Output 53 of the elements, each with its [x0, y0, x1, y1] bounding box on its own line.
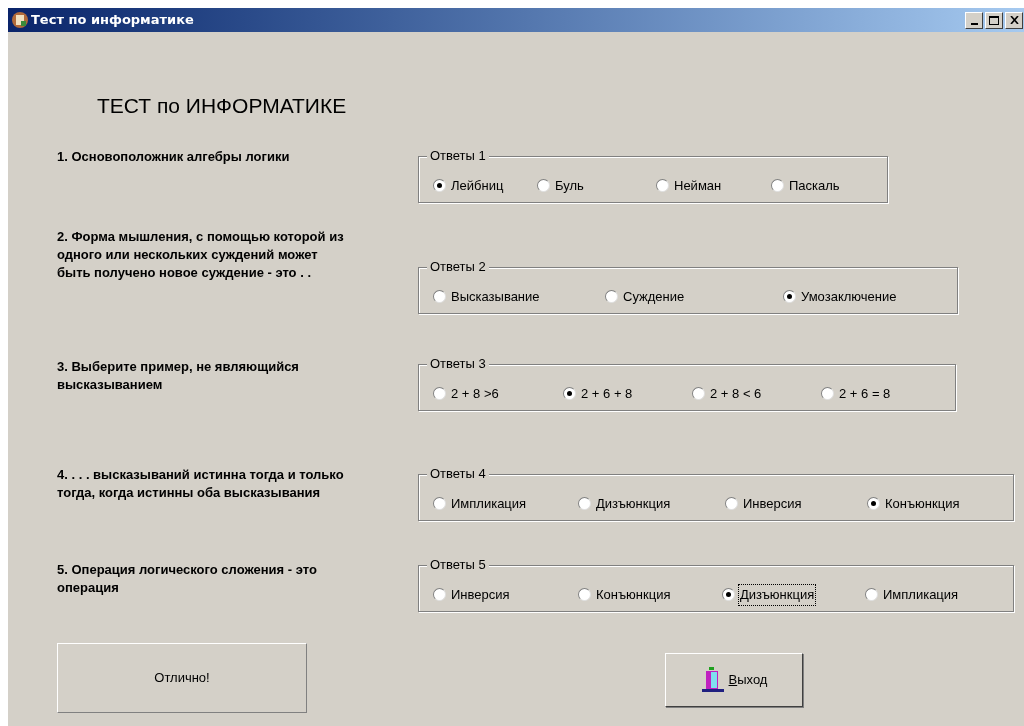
radio-button[interactable]	[537, 179, 550, 193]
question-text: 3. Выберите пример, не являющийся высказыванием	[57, 357, 300, 394]
app-icon	[11, 11, 29, 29]
radio-button[interactable]	[433, 497, 446, 511]
result-panel: Отлично!	[57, 642, 307, 713]
radio-button[interactable]	[433, 588, 446, 602]
option-label[interactable]: Инверсия	[742, 494, 803, 514]
option-label[interactable]: 2 + 8 >6	[450, 384, 500, 404]
radio-button[interactable]	[578, 497, 591, 511]
close-icon	[1009, 16, 1019, 24]
radio-button[interactable]	[722, 588, 735, 602]
radio-button[interactable]	[821, 387, 834, 401]
option-label[interactable]: Дизъюнкция	[739, 585, 816, 605]
option-label[interactable]: 2 + 8 < 6	[709, 384, 763, 404]
radio-button[interactable]	[725, 497, 738, 511]
option-label[interactable]: Инверсия	[450, 585, 511, 605]
radio-button[interactable]	[867, 497, 880, 511]
minimize-button[interactable]	[965, 11, 983, 29]
radio-button[interactable]	[433, 387, 446, 401]
radio-button[interactable]	[563, 387, 576, 401]
radio-button[interactable]	[865, 588, 878, 602]
option-label[interactable]: Паскаль	[788, 176, 841, 196]
option-label[interactable]: Нейман	[673, 176, 723, 196]
radio-button[interactable]	[656, 179, 669, 193]
radio-button[interactable]	[578, 588, 591, 602]
radio-button[interactable]	[783, 290, 796, 304]
question-text: 4. . . . высказываний истинна тогда и только тогда, когда истинны оба высказывания	[57, 465, 345, 502]
close-button[interactable]	[1005, 11, 1023, 29]
option-label[interactable]: Импликация	[882, 585, 960, 605]
option-label[interactable]: Буль	[554, 176, 585, 196]
radio-button[interactable]	[433, 290, 446, 304]
radio-button[interactable]	[605, 290, 618, 304]
exit-button[interactable]: Выход	[665, 652, 803, 707]
question-text: 1. Основоположник алгебры логики	[57, 147, 291, 166]
option-label[interactable]: Импликация	[450, 494, 528, 514]
option-label[interactable]: Конъюнкция	[595, 585, 672, 605]
option-label[interactable]: Суждение	[622, 287, 686, 307]
radio-button[interactable]	[771, 179, 784, 193]
option-label[interactable]: Высказывание	[450, 287, 541, 307]
option-label[interactable]: Конъюнкция	[884, 494, 961, 514]
option-label[interactable]: Умозаключение	[800, 287, 898, 307]
question-text: 5. Операция логического сложения - это операция	[57, 560, 318, 597]
radio-button[interactable]	[692, 387, 705, 401]
option-label[interactable]: 2 + 6 = 8	[838, 384, 892, 404]
test-heading: ТЕСТ по ИНФОРМАТИКЕ	[97, 93, 348, 119]
option-label[interactable]: Лейбниц	[450, 176, 505, 196]
question-text: 2. Форма мышления, с помощью которой из одного или нескольких суждений может быть получено новое суждение - это . .	[57, 227, 345, 282]
window-title: Тест по информатике	[31, 11, 194, 30]
maximize-button[interactable]	[985, 11, 1003, 29]
option-label[interactable]: Дизъюнкция	[595, 494, 672, 514]
door-icon	[700, 666, 725, 693]
option-label[interactable]: 2 + 6 + 8	[580, 384, 634, 404]
radio-button[interactable]	[433, 179, 446, 193]
